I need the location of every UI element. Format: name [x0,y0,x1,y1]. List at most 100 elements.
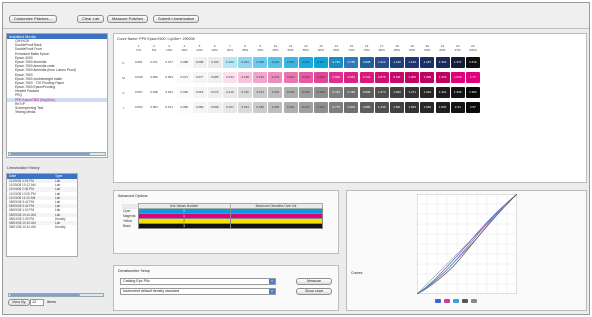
patch-cell[interactable]: 1.236 [374,102,389,113]
patch-cell[interactable]: 1.023 [374,57,389,68]
patch-cell[interactable]: 0.054 [131,102,146,113]
patch-cell[interactable]: 0.323 [283,72,298,83]
patch-cell[interactable]: 0.077 [192,72,207,83]
patch-cell[interactable]: 0.838 [359,87,374,98]
density-standard-dropdown[interactable]: Instrument default density standard ▾ [120,288,276,295]
legend-swatch[interactable] [453,299,459,303]
patch-cell[interactable]: 0.061 [131,57,146,68]
patch-cell[interactable]: 0.073 [207,87,222,98]
measure-button[interactable]: Measure [296,278,332,285]
legend-swatch[interactable] [471,299,477,303]
patch-cell[interactable]: 0.417 [298,102,313,113]
measure-patches-button[interactable]: Measure Patches [107,15,149,23]
patch-cell[interactable]: 0.082 [177,102,192,113]
clear-lab-button[interactable]: Clear Lab [77,15,105,23]
patch-cell[interactable]: 0.535 [298,87,313,98]
patch-cell[interactable]: 1.374 [450,57,465,68]
patch-cell[interactable]: 0.734 [329,87,344,98]
patch-cell[interactable]: 0.115 [238,87,253,98]
patch-cell[interactable]: 0.077 [162,57,177,68]
patch-cell[interactable]: 1.501 [389,102,404,113]
patch-cell[interactable]: 0.295 [253,57,268,68]
patch-cell[interactable]: 0.038 [146,87,161,98]
patch-cell[interactable]: 1.324 [420,87,435,98]
patch-cell[interactable]: 1.846 [435,102,450,113]
patch-cell[interactable]: 0.105 [207,57,222,68]
patch-cell[interactable]: 0.627 [314,57,329,68]
patch-cell[interactable]: 0.063 [192,87,207,98]
show-chart-button[interactable]: Show chart [296,288,332,295]
patch-cell[interactable]: 0.651 [344,72,359,83]
patch-cell[interactable]: 0.088 [177,57,192,68]
patch-cell[interactable]: 0.056 [177,87,192,98]
patch-cell[interactable]: 0.089 [192,102,207,113]
patch-cell[interactable]: 0.098 [207,102,222,113]
patch-cell[interactable]: 0.153 [222,57,237,68]
patch-cell[interactable]: 0.402 [283,87,298,98]
patch-cell[interactable]: 0.244 [238,57,253,68]
patch-cell[interactable]: 0.902 [344,102,359,113]
patch-cell[interactable]: 0.044 [162,87,177,98]
patch-cell[interactable]: 1.77 [465,72,480,83]
patch-cell[interactable]: 0.046 [131,72,146,83]
patch-cell[interactable]: 1.335 [450,87,465,98]
patch-cell[interactable]: 0.985 [359,102,374,113]
patch-cell[interactable]: 1.130 [389,57,404,68]
patch-cell[interactable]: 0.731 [359,72,374,83]
horizontal-scrollbar[interactable] [8,152,106,156]
patch-cell[interactable]: 2.34 [450,102,465,113]
patch-cell[interactable]: 0.407 [283,57,298,68]
patch-cell[interactable]: 0.401 [283,102,298,113]
ink-limit-value[interactable]: 3 [137,223,231,229]
customize-patches-button[interactable]: Customize Patches... [9,15,57,23]
patch-cell[interactable]: 0.198 [238,72,253,83]
patch-cell[interactable]: 0.780 [344,57,359,68]
history-row[interactable]: 08/01/08 10:10 AM Density [7,225,77,229]
patch-cell[interactable]: 1.378 [435,72,450,83]
patch-cell[interactable]: 0.085 [207,72,222,83]
patch-cell[interactable]: 0.875 [374,72,389,83]
patch-cell[interactable]: 0.134 [222,72,237,83]
patch-cell[interactable]: 0.808 [359,57,374,68]
patch-cell[interactable]: 1.344 [435,87,450,98]
patch-cell[interactable]: 0.911 [389,72,404,83]
patch-cell[interactable]: 0.071 [162,102,177,113]
patch-cell[interactable]: 0.633 [314,87,329,98]
patch-cell[interactable]: 1.093 [389,87,404,98]
view-count-input[interactable]: 12 [30,299,44,306]
patch-cell[interactable]: 0.644 [314,102,329,113]
catalog-dropdown[interactable]: Catalog Epc Pilo ▾ [120,278,276,285]
patch-cell[interactable]: 1.009 [405,72,420,83]
history-list[interactable]: Date Type 11/05/08 4:04 PM Lab 11/05/08 10… [6,173,78,257]
patch-cell[interactable]: 1.271 [405,87,420,98]
legend-swatch[interactable] [435,299,441,303]
patch-cell[interactable]: 0.403 [298,72,313,83]
patch-cell[interactable]: 0.315 [268,102,283,113]
ink-max-density[interactable] [229,223,323,229]
scrollbar-thumb[interactable] [10,153,90,155]
patch-cell[interactable]: 1.660 [420,102,435,113]
patch-cell[interactable]: 0.234 [253,72,268,83]
patch-cell[interactable]: 0.716 [329,57,344,68]
patch-cell[interactable]: 1.516 [465,57,480,68]
patch-cell[interactable]: 0.063 [162,72,177,83]
patch-cell[interactable]: 1.166 [405,57,420,68]
patch-cell[interactable]: 0.154 [238,102,253,113]
patch-cell[interactable]: 1.659 [405,102,420,113]
legend-swatch[interactable] [462,299,468,303]
history-scrollbar[interactable] [8,293,104,297]
patch-cell[interactable]: 0.780 [344,87,359,98]
patch-cell[interactable]: 0.098 [192,57,207,68]
patch-cell[interactable]: 0.071 [177,72,192,83]
patch-cell[interactable]: 1.074 [374,87,389,98]
patch-cell[interactable]: 0.271 [253,87,268,98]
patch-cell[interactable]: 0.775 [329,102,344,113]
patch-cell[interactable]: 0.107 [222,102,237,113]
patch-cell[interactable]: 2.57 [465,102,480,113]
patch-cell[interactable]: 0.511 [298,57,313,68]
patch-cell[interactable]: 1.187 [420,57,435,68]
legend-swatch[interactable] [444,299,450,303]
view-by-button[interactable]: View By [8,299,30,306]
patch-cell[interactable]: 0.112 [222,87,237,98]
tree-item[interactable]: Testing Media [7,110,107,114]
